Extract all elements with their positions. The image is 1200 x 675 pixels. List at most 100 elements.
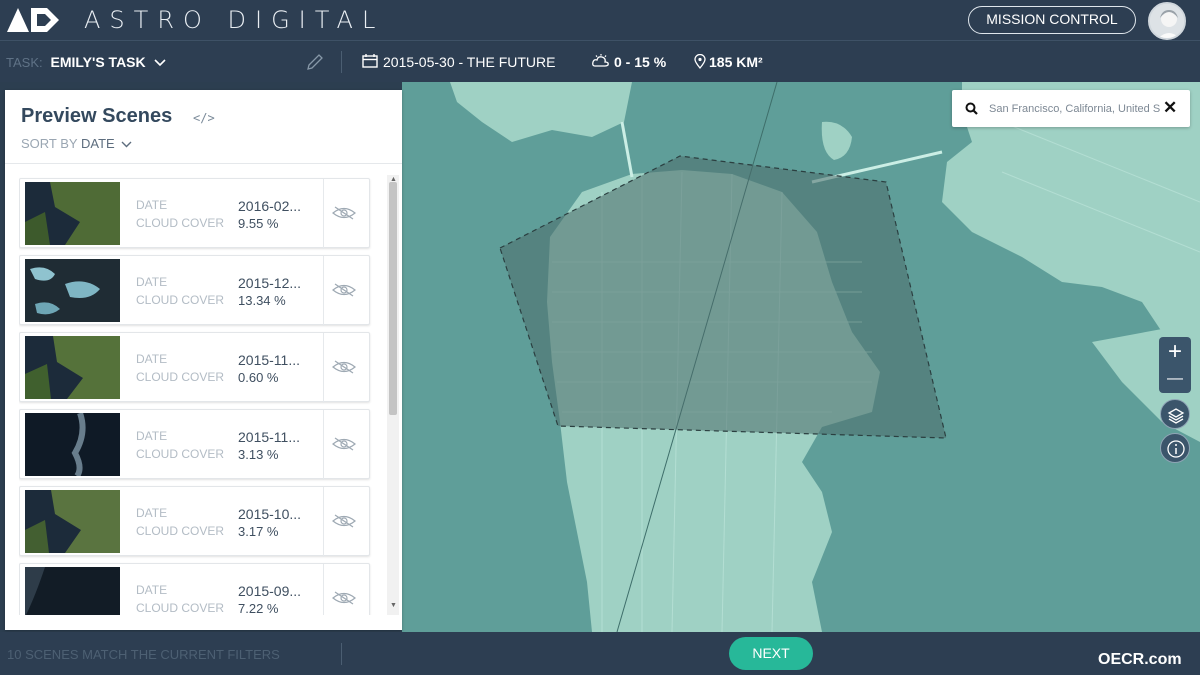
task-name: EMILY'S TASK — [50, 54, 146, 70]
card-divider — [323, 256, 324, 326]
cloud-range-text: 0 - 15 % — [614, 54, 667, 70]
scene-cloud-cover: 13.34 % — [238, 293, 286, 308]
scene-cloud-cover: 0.60 % — [238, 370, 279, 385]
scene-card[interactable]: DATE CLOUD COVER 2015-11... 0.60 % — [19, 332, 370, 403]
date-label: DATE — [136, 583, 168, 597]
cloud-sun-icon — [592, 54, 609, 67]
task-prefix: TASK: — [6, 55, 43, 70]
footer-divider — [341, 643, 342, 665]
cloud-cover-label: CLOUD COVER — [136, 601, 225, 615]
scene-thumbnail — [25, 413, 120, 476]
chevron-down-icon — [153, 59, 166, 67]
sort-value: DATE — [81, 136, 115, 151]
card-divider — [323, 487, 324, 557]
scene-thumbnail — [25, 490, 120, 553]
hidden-eye-icon[interactable] — [330, 358, 358, 376]
chevron-down-icon — [121, 141, 132, 148]
area-filter[interactable]: 185 KM² — [694, 53, 763, 70]
card-divider — [323, 410, 324, 480]
preview-scenes-panel: Preview Scenes </> SORT BY DATE DATE CLO… — [5, 90, 402, 630]
scene-thumbnail — [25, 259, 120, 322]
panel-title: Preview Scenes — [21, 105, 173, 127]
task-toolbar: TASK: EMILY'S TASK 2015-05-30 - THE FUTU… — [0, 42, 1200, 82]
cloud-cover-label: CLOUD COVER — [136, 370, 225, 384]
search-icon — [965, 102, 978, 115]
panel-divider — [5, 163, 402, 164]
user-avatar[interactable] — [1148, 2, 1186, 40]
layers-icon — [1167, 408, 1185, 424]
scene-cloud-cover: 9.55 % — [238, 216, 279, 231]
date-label: DATE — [136, 275, 168, 289]
hidden-eye-icon[interactable] — [330, 204, 358, 222]
layers-button[interactable] — [1160, 399, 1190, 429]
info-icon — [1167, 440, 1185, 458]
scene-date: 2015-11... — [238, 429, 301, 445]
sort-by-selector[interactable]: SORT BY DATE — [21, 136, 132, 151]
date-label: DATE — [136, 198, 168, 212]
clear-search-icon[interactable]: ✕ — [1163, 98, 1177, 118]
hidden-eye-icon[interactable] — [330, 435, 358, 453]
next-button[interactable]: NEXT — [729, 637, 813, 670]
user-photo-icon — [1150, 4, 1184, 38]
brand-name: ASTRO DIGITAL — [84, 6, 385, 34]
map-view[interactable] — [402, 82, 1200, 632]
location-pin-icon — [694, 53, 706, 70]
scroll-up-arrow[interactable]: ▲ — [390, 176, 397, 183]
scene-thumbnail — [25, 336, 120, 399]
scene-card[interactable]: DATE CLOUD COVER 2015-11... 3.13 % — [19, 409, 370, 480]
date-range-filter[interactable]: 2015-05-30 - THE FUTURE — [362, 54, 555, 70]
scene-date: 2015-11... — [238, 352, 301, 368]
date-range-text: 2015-05-30 - THE FUTURE — [383, 54, 556, 70]
cloud-cover-label: CLOUD COVER — [136, 293, 225, 307]
scene-card[interactable]: DATE CLOUD COVER 2015-12... 13.34 % — [19, 255, 370, 326]
card-divider — [323, 333, 324, 403]
map-canvas[interactable] — [402, 82, 1200, 632]
scene-date: 2015-10... — [238, 506, 302, 522]
edit-pencil-icon[interactable] — [305, 52, 325, 72]
area-text: 185 KM² — [709, 54, 763, 70]
scene-card[interactable]: DATE CLOUD COVER 2015-10... 3.17 % — [19, 486, 370, 557]
scene-thumbnail — [25, 182, 120, 245]
scene-date: 2015-12... — [238, 275, 302, 291]
code-embed-icon[interactable]: </> — [193, 111, 215, 125]
scene-thumbnail — [25, 567, 120, 615]
scene-cloud-cover: 7.22 % — [238, 601, 279, 615]
cloud-cover-label: CLOUD COVER — [136, 524, 225, 538]
scrollbar-thumb[interactable] — [389, 182, 397, 415]
hidden-eye-icon[interactable] — [330, 512, 358, 530]
info-button[interactable] — [1160, 433, 1190, 463]
hidden-eye-icon[interactable] — [330, 589, 358, 607]
scene-card[interactable]: DATE CLOUD COVER 2015-09... 7.22 % — [19, 563, 370, 615]
calendar-icon — [362, 54, 378, 68]
watermark-text: OECR.com — [1098, 651, 1182, 668]
cloud-cover-label: CLOUD COVER — [136, 216, 225, 230]
date-label: DATE — [136, 506, 168, 520]
scene-list[interactable]: DATE CLOUD COVER 2016-02... 9.55 % DATE … — [19, 175, 372, 615]
scene-cloud-cover: 3.17 % — [238, 524, 279, 539]
bottom-bar: 10 SCENES MATCH THE CURRENT FILTERS NEXT… — [0, 632, 1200, 675]
map-search-box: ✕ — [952, 90, 1190, 127]
zoom-out-button[interactable]: — — [1159, 367, 1191, 391]
scene-cloud-cover: 3.13 % — [238, 447, 279, 462]
toolbar-divider — [341, 51, 342, 73]
card-divider — [323, 179, 324, 249]
astro-digital-logo[interactable] — [7, 8, 59, 32]
date-label: DATE — [136, 352, 168, 366]
sort-prefix: SORT BY — [21, 136, 78, 151]
scroll-down-arrow[interactable]: ▼ — [390, 602, 397, 609]
scene-date: 2016-02... — [238, 198, 302, 214]
zoom-in-button[interactable]: + — [1159, 340, 1191, 364]
scene-card[interactable]: DATE CLOUD COVER 2016-02... 9.55 % — [19, 178, 370, 249]
scene-date: 2015-09... — [238, 583, 302, 599]
hidden-eye-icon[interactable] — [330, 281, 358, 299]
zoom-control: + — — [1159, 337, 1191, 393]
date-label: DATE — [136, 429, 168, 443]
top-header: ASTRO DIGITAL MISSION CONTROL — [0, 0, 1200, 41]
task-selector[interactable]: TASK: EMILY'S TASK — [6, 54, 166, 70]
mission-control-button[interactable]: MISSION CONTROL — [968, 6, 1136, 34]
cloud-cover-label: CLOUD COVER — [136, 447, 225, 461]
location-search-input[interactable] — [989, 100, 1161, 117]
cloud-cover-filter[interactable]: 0 - 15 % — [592, 54, 666, 70]
card-divider — [323, 564, 324, 615]
scene-match-count: 10 SCENES MATCH THE CURRENT FILTERS — [7, 647, 280, 662]
